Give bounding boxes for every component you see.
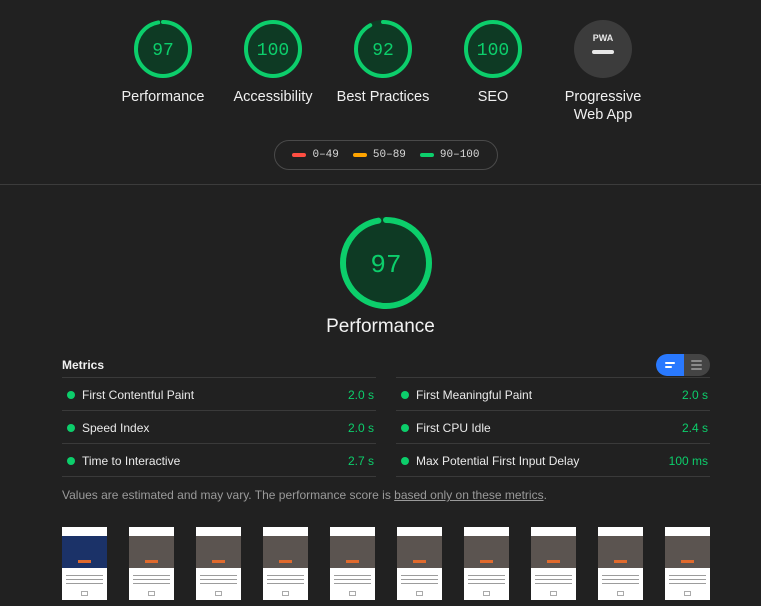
- filmstrip-frame: [196, 527, 241, 600]
- pass-dot-icon: [401, 391, 409, 399]
- gauge-pwa[interactable]: PWA Progressive Web App: [548, 18, 658, 124]
- metric-label: Speed Index: [82, 421, 150, 435]
- gauge-best-practices-label: Best Practices: [336, 89, 430, 105]
- filmstrip-frame: [263, 527, 308, 600]
- footnote-link[interactable]: based only on these metrics: [394, 488, 543, 502]
- filmstrip-frame: [129, 527, 174, 600]
- legend-average-swatch-icon: [352, 153, 367, 157]
- metric-value: 2.0 s: [347, 388, 374, 402]
- pwa-badge-icon: PWA: [574, 20, 632, 78]
- pwa-dash-icon: [592, 50, 614, 54]
- metrics-bottom-rule: [396, 476, 710, 477]
- gauge-best-practices-score: 92: [372, 41, 394, 61]
- metric-first-meaningful-paint: First Meaningful Paint 2.0 s: [396, 377, 710, 410]
- footnote-end: .: [543, 488, 547, 502]
- metric-label: Time to Interactive: [82, 454, 181, 468]
- gauge-best-practices-ring: 92: [354, 20, 412, 78]
- gauge-accessibility-label: Accessibility: [233, 89, 313, 105]
- filmstrip-frame: [665, 527, 710, 600]
- score-scale-legend: 0–49 50–89 90–100: [274, 140, 498, 170]
- gauge-best-practices[interactable]: 92 Best Practices: [328, 18, 438, 106]
- metric-label: First CPU Idle: [416, 421, 491, 435]
- filmstrip: [62, 527, 712, 602]
- gauge-pwa-label-line1: Progressive: [564, 89, 642, 105]
- footnote-text: Values are estimated and may vary. The p…: [62, 488, 395, 502]
- metric-value: 2.0 s: [347, 421, 374, 435]
- metric-time-to-interactive: Time to Interactive 2.7 s: [62, 443, 376, 476]
- pass-dot-icon: [67, 457, 75, 465]
- section-divider: [0, 184, 761, 185]
- pwa-badge-text: PWA: [593, 33, 614, 43]
- metric-max-potential-fid: Max Potential First Input Delay 100 ms: [396, 443, 710, 476]
- metric-first-contentful-paint: First Contentful Paint 2.0 s: [62, 377, 376, 410]
- legend-average-range: 50–89: [372, 149, 406, 161]
- gauge-accessibility-score: 100: [257, 41, 289, 61]
- toggle-expanded-view-button[interactable]: [684, 354, 710, 376]
- gauge-pwa-label-line2: Web App: [573, 107, 633, 123]
- category-gauges: 97 Performance 100 Accessibility 92 Best…: [108, 18, 648, 130]
- gauge-performance[interactable]: 97 Performance: [108, 18, 218, 106]
- pass-dot-icon: [401, 457, 409, 465]
- pass-dot-icon: [67, 391, 75, 399]
- pass-dot-icon: [67, 424, 75, 432]
- gauge-pwa-label: Progressive Web App: [548, 88, 658, 124]
- metrics-bottom-rule: [62, 476, 376, 477]
- toggle-compact-view-button[interactable]: [656, 354, 684, 376]
- gauge-accessibility[interactable]: 100 Accessibility: [218, 18, 328, 106]
- gauge-performance-label: Performance: [121, 89, 205, 105]
- filmstrip-frame: [397, 527, 442, 600]
- metric-value: 2.7 s: [347, 454, 374, 468]
- gauge-performance-score: 97: [152, 41, 174, 61]
- metrics-footnote: Values are estimated and may vary. The p…: [62, 488, 547, 502]
- pass-dot-icon: [401, 424, 409, 432]
- lighthouse-report: 97 Performance 100 Accessibility 92 Best…: [0, 0, 761, 606]
- gauge-seo-score: 100: [477, 41, 509, 61]
- metrics-view-toggle[interactable]: [656, 354, 710, 376]
- gauge-seo-label: SEO: [477, 89, 509, 105]
- metric-speed-index: Speed Index 2.0 s: [62, 410, 376, 443]
- metrics-title: Metrics: [62, 358, 105, 372]
- performance-gauge-score: 97: [370, 250, 401, 280]
- gauge-seo-ring: 100: [464, 20, 522, 78]
- metric-first-cpu-idle: First CPU Idle 2.4 s: [396, 410, 710, 443]
- filmstrip-frame: [598, 527, 643, 600]
- metric-label: First Meaningful Paint: [416, 388, 533, 402]
- performance-gauge-large: 97: [331, 214, 441, 317]
- metric-value: 100 ms: [668, 454, 708, 468]
- gauge-performance-ring: 97: [134, 20, 192, 78]
- legend-fail-swatch-icon: [292, 153, 307, 157]
- metric-label: Max Potential First Input Delay: [416, 454, 580, 468]
- gauge-accessibility-ring: 100: [244, 20, 302, 78]
- legend-average: 50–89: [352, 149, 406, 161]
- filmstrip-frame: [531, 527, 576, 600]
- performance-gauge-large-ring: 97: [340, 217, 432, 309]
- performance-title: Performance: [326, 316, 435, 337]
- legend-fail-range: 0–49: [312, 149, 339, 161]
- gauge-seo[interactable]: 100 SEO: [438, 18, 548, 106]
- filmstrip-frame: [464, 527, 509, 600]
- legend-fail: 0–49: [292, 149, 339, 161]
- metrics-header: Metrics: [62, 354, 710, 378]
- filmstrip-frame: [330, 527, 375, 600]
- legend-pass-range: 90–100: [439, 149, 480, 161]
- filmstrip-frame: [62, 527, 107, 600]
- legend-pass-swatch-icon: [419, 153, 434, 157]
- legend-pass: 90–100: [419, 149, 480, 161]
- metric-value: 2.4 s: [681, 421, 708, 435]
- metric-label: First Contentful Paint: [82, 388, 195, 402]
- metric-value: 2.0 s: [681, 388, 708, 402]
